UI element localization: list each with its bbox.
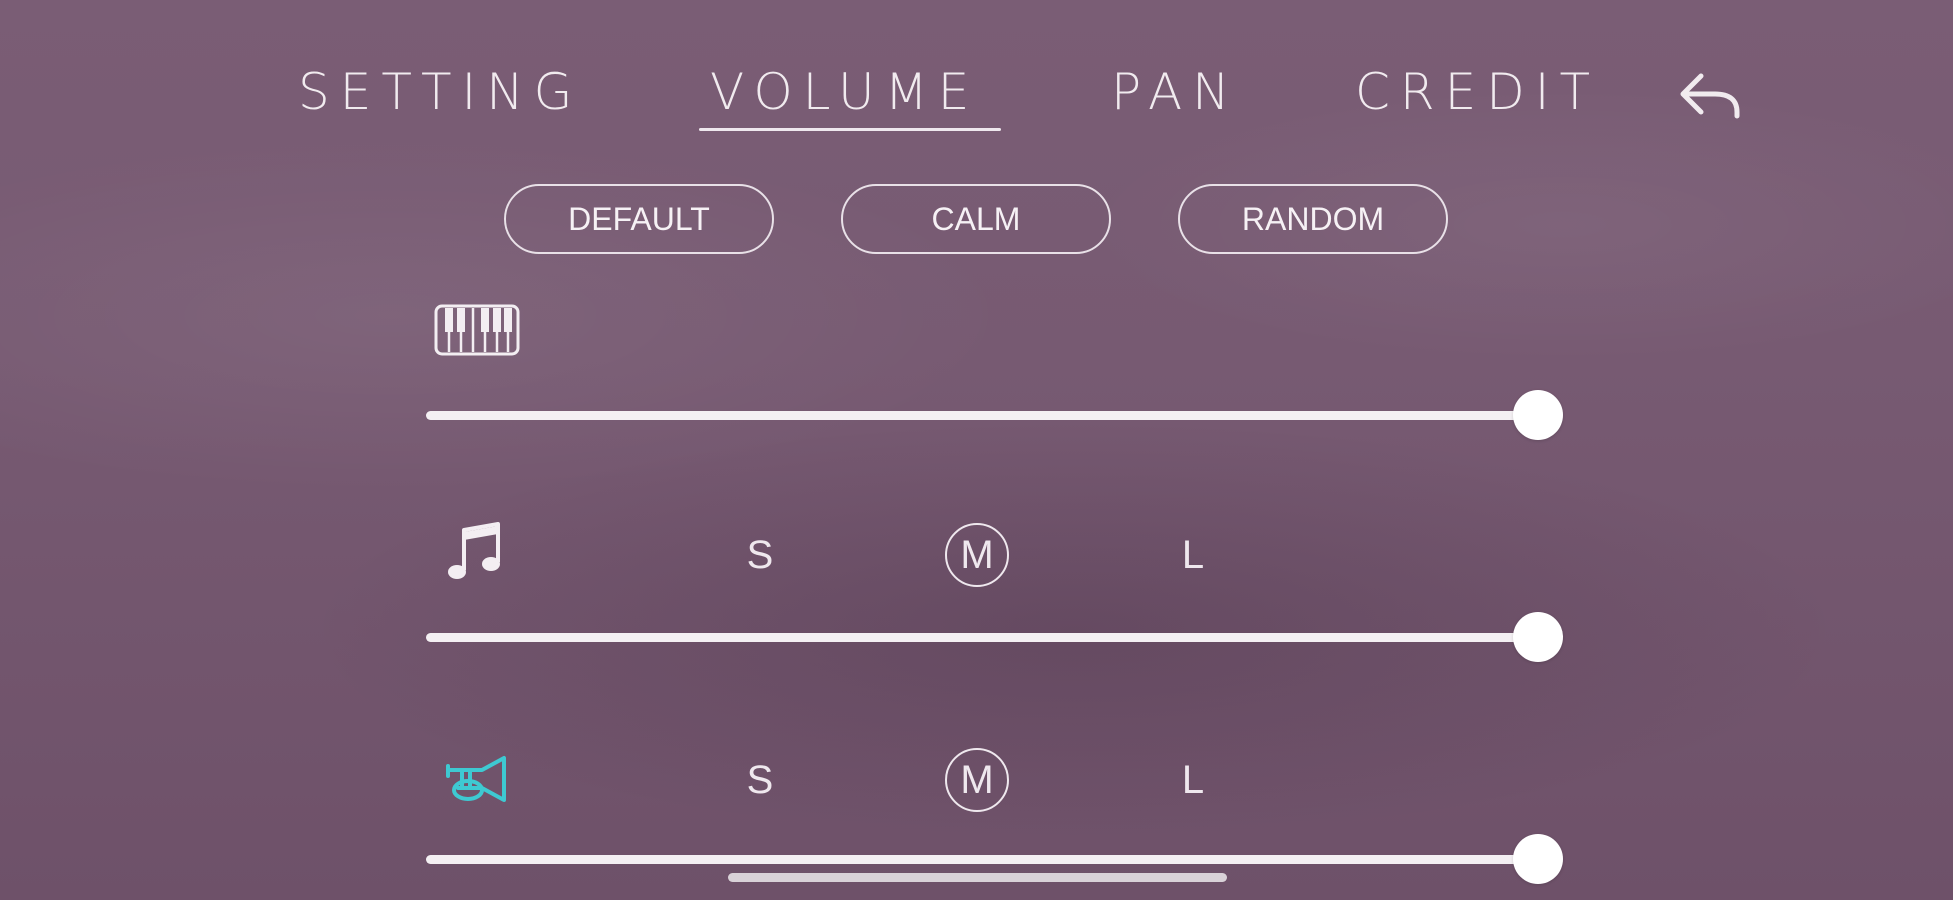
size-medium-option[interactable]: M — [945, 748, 1009, 812]
size-large-option[interactable]: L — [1161, 523, 1225, 587]
size-small-option[interactable]: S — [728, 523, 792, 587]
slider-thumb[interactable] — [1513, 612, 1563, 662]
horn-icon — [444, 754, 510, 806]
top-tab-bar: SETTING VOLUME PAN CREDIT — [0, 0, 1953, 140]
preset-default-button[interactable]: DEFAULT — [504, 184, 774, 254]
slider-thumb[interactable] — [1513, 390, 1563, 440]
tab-volume[interactable]: VOLUME — [710, 62, 979, 122]
tab-credit[interactable]: CREDIT — [1355, 62, 1600, 122]
piano-icon — [434, 304, 520, 356]
slider-track — [426, 411, 1538, 420]
music-volume-slider[interactable] — [426, 612, 1563, 662]
back-arrow-icon[interactable] — [1675, 62, 1745, 122]
size-medium-option[interactable]: M — [945, 523, 1009, 587]
slider-track — [426, 633, 1538, 642]
preset-calm-button[interactable]: CALM — [841, 184, 1111, 254]
size-small-option[interactable]: S — [728, 748, 792, 812]
slider-track — [426, 855, 1538, 864]
slider-thumb[interactable] — [1513, 834, 1563, 884]
active-tab-underline — [699, 128, 1001, 131]
home-indicator — [728, 873, 1227, 882]
music-note-icon — [446, 520, 504, 586]
preset-random-button[interactable]: RANDOM — [1178, 184, 1448, 254]
tab-setting[interactable]: SETTING — [298, 62, 582, 122]
piano-volume-slider[interactable] — [426, 390, 1563, 440]
tab-pan[interactable]: PAN — [1111, 62, 1240, 122]
size-large-option[interactable]: L — [1161, 748, 1225, 812]
